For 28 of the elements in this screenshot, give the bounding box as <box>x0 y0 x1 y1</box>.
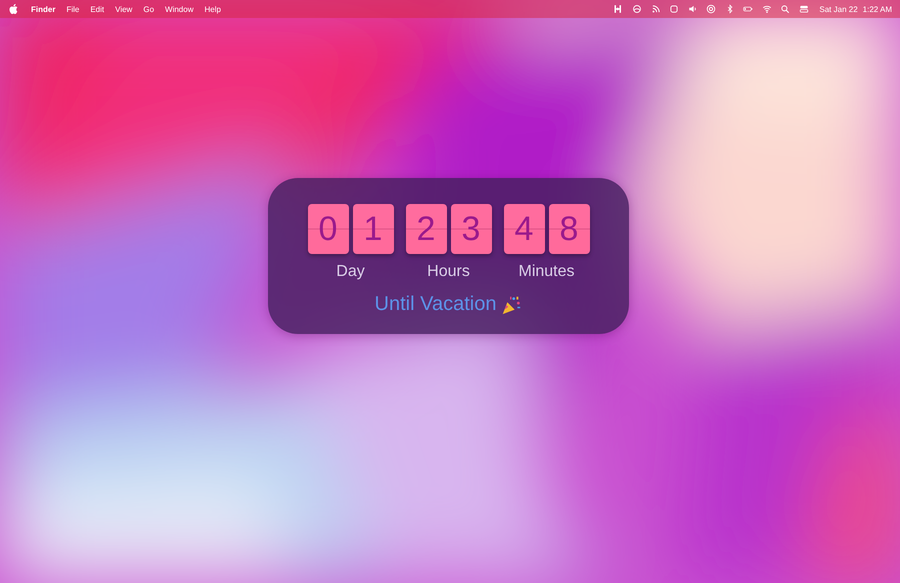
menu-item[interactable]: Go <box>143 4 154 14</box>
menu-date[interactable]: Sat Jan 22 <box>819 4 858 14</box>
menu-item[interactable]: Edit <box>90 4 104 14</box>
h-logo-icon[interactable] <box>614 4 624 14</box>
rounded-square-icon[interactable] <box>669 4 680 14</box>
menu-item[interactable]: View <box>115 4 132 14</box>
digit-tile: 0 <box>308 204 348 254</box>
battery-icon[interactable] <box>743 4 754 14</box>
control-center-icon[interactable] <box>798 4 809 14</box>
menu-item[interactable]: File <box>66 4 80 14</box>
digit-tile: 1 <box>352 204 394 254</box>
menu-item[interactable]: Window <box>165 4 194 14</box>
menu-time[interactable]: 1:22 AM <box>862 4 892 14</box>
digit-tile: 8 <box>548 204 590 254</box>
caption: Until Vacation <box>374 293 496 316</box>
digit-tile: 4 <box>504 204 544 254</box>
wifi-icon[interactable] <box>762 4 772 14</box>
menu-item[interactable]: Help <box>204 4 221 14</box>
unit-label: Minutes <box>518 263 575 281</box>
unit-label: Hours <box>427 263 470 281</box>
digit-tile: 3 <box>450 204 492 254</box>
unit-label: Day <box>336 263 365 281</box>
digit-tile: 2 <box>406 204 446 254</box>
search-icon[interactable] <box>780 4 790 14</box>
apple-logo-icon[interactable] <box>9 4 18 14</box>
speaker-icon[interactable] <box>688 4 698 14</box>
menu-item[interactable]: Finder <box>31 4 56 14</box>
rss-icon[interactable] <box>650 4 661 14</box>
